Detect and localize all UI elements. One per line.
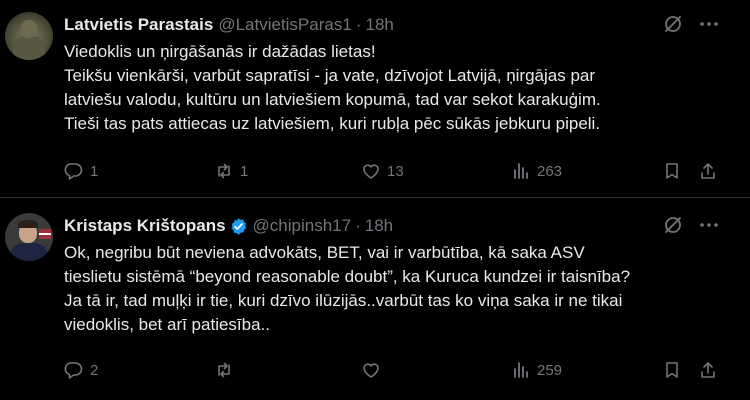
more-icon[interactable] <box>697 14 721 34</box>
avatar-figure-head <box>21 20 37 38</box>
reply-icon <box>64 362 83 379</box>
reply-count: 2 <box>90 361 99 379</box>
verified-badge-icon[interactable] <box>229 217 248 236</box>
views-count: 263 <box>537 162 563 180</box>
tweet[interactable]: Latvietis Parastais @LatvietisParas1 · 1… <box>0 0 750 196</box>
tweet-text: Viedoklis un ņirgāšanās ir dažādas lieta… <box>64 40 736 136</box>
tweet-header: Latvietis Parastais @LatvietisParas1 · 1… <box>64 14 394 36</box>
bookmark-button[interactable] <box>662 159 682 183</box>
separator-dot: · <box>355 216 361 235</box>
author-handle[interactable]: @chipinsh17 <box>253 216 352 236</box>
retweet-count: 1 <box>240 162 249 180</box>
tweet-text-line: Ok, negribu būt neviena advokāts, BET, v… <box>64 243 585 262</box>
like-button[interactable] <box>361 358 387 382</box>
grok-icon[interactable] <box>663 215 683 235</box>
tweet-text-line: tieslietu sistēmā “beyond reasonable dou… <box>64 267 631 286</box>
retweet-icon <box>218 362 230 378</box>
tweet-text-line: Teikšu vienkārši, varbūt sapratīsi - ja … <box>64 66 596 85</box>
tweet-header: Kristaps Krištopans @chipinsh17 · 18h <box>64 215 393 237</box>
tweet[interactable]: Kristaps Krištopans @chipinsh17 · 18h Ok… <box>0 201 750 400</box>
bookmark-button[interactable] <box>662 358 682 382</box>
share-icon <box>701 163 715 179</box>
share-icon <box>701 362 715 378</box>
retweet-button[interactable] <box>214 358 240 382</box>
tweet-text: Ok, negribu būt neviena advokāts, BET, v… <box>64 241 736 337</box>
like-button[interactable]: 13 <box>361 159 404 183</box>
author-handle[interactable]: @LatvietisParas1 <box>218 15 352 35</box>
reply-button[interactable]: 1 <box>64 159 98 183</box>
avatar-figure <box>13 36 45 60</box>
avatar-flag-stripe <box>39 233 51 235</box>
avatar[interactable] <box>5 12 53 60</box>
author-name[interactable]: Kristaps Krištopans <box>64 216 226 236</box>
action-bar: 1 1 13 263 <box>64 159 736 183</box>
tweet-text-line: latviešu valodu, kultūru un latviešiem k… <box>64 90 601 109</box>
grok-icon[interactable] <box>663 14 683 34</box>
bookmark-icon <box>666 163 678 179</box>
retweet-button[interactable]: 1 <box>214 159 248 183</box>
views-button[interactable]: 263 <box>511 159 562 183</box>
tweet-text-line: Viedoklis un ņirgāšanās ir dažādas lieta… <box>64 42 376 61</box>
separator-dot: · <box>355 15 362 34</box>
views-button[interactable]: 259 <box>511 358 562 382</box>
heart-icon <box>363 363 379 378</box>
timestamp[interactable]: 18h <box>365 216 393 236</box>
views-icon <box>514 362 528 378</box>
author-name[interactable]: Latvietis Parastais <box>64 15 213 35</box>
avatar[interactable] <box>5 213 53 261</box>
bookmark-icon <box>666 362 678 378</box>
tweet-text-line: Tieši tas pats attiecas uz latviešiem, k… <box>64 114 601 133</box>
timestamp[interactable]: 18h <box>365 15 393 35</box>
like-count: 13 <box>387 162 404 180</box>
share-button[interactable] <box>698 159 718 183</box>
reply-count: 1 <box>90 162 99 180</box>
avatar-figure <box>11 243 47 261</box>
views-icon <box>514 163 528 179</box>
more-icon[interactable] <box>697 215 721 235</box>
views-count: 259 <box>537 361 563 379</box>
reply-button[interactable]: 2 <box>64 358 98 382</box>
tweet-text-line: viedoklis, bet arī patiesība.. <box>64 315 271 334</box>
share-button[interactable] <box>698 358 718 382</box>
heart-icon <box>363 164 379 179</box>
tweet-divider <box>0 197 750 198</box>
tweet-text-line: Ja tā ir, tad muļķi ir tie, kuri dzīvo i… <box>64 291 623 310</box>
avatar-figure-hair <box>18 220 38 228</box>
action-bar: 2 259 <box>64 358 736 382</box>
retweet-icon <box>218 163 230 179</box>
reply-icon <box>64 163 83 180</box>
